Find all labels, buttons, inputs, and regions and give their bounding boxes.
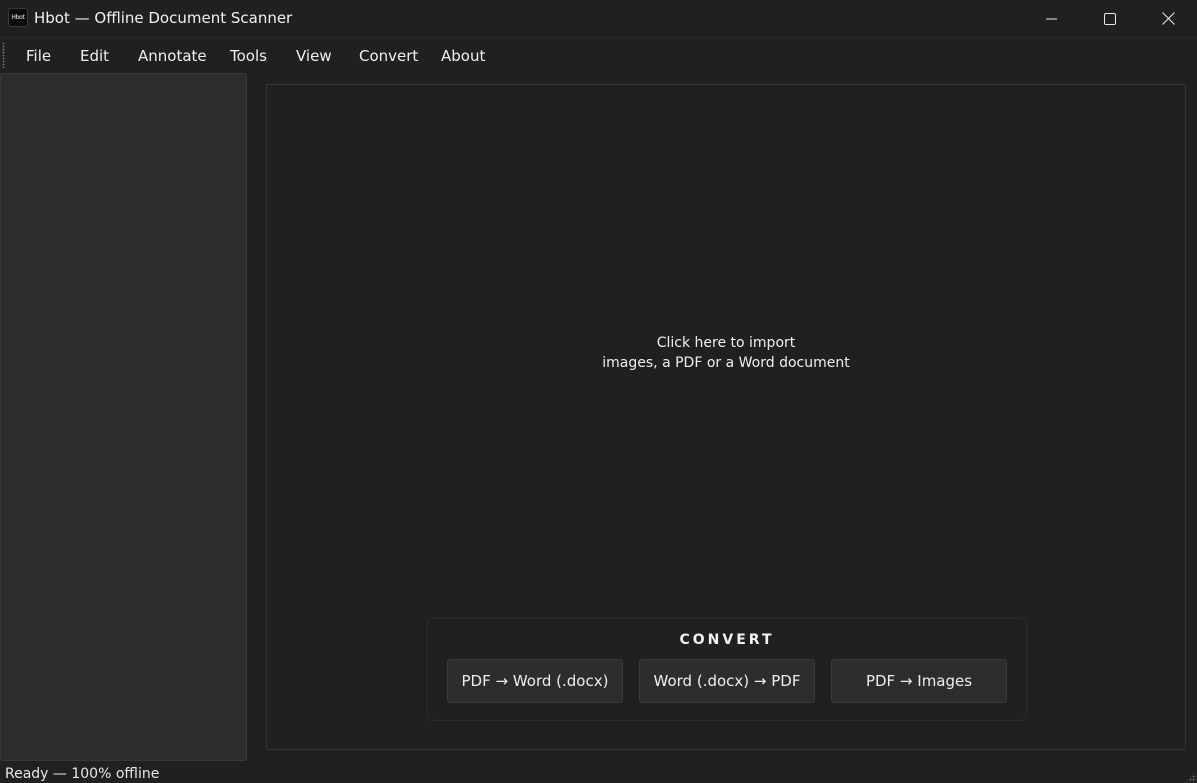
pdf-to-word-button[interactable]: PDF → Word (.docx) [447,659,623,703]
close-button[interactable] [1139,0,1197,37]
pdf-to-images-button[interactable]: PDF → Images [831,659,1007,703]
menu-annotate[interactable]: Annotate [138,47,207,65]
menu-convert[interactable]: Convert [359,47,418,65]
close-icon [1161,12,1175,25]
maximize-button[interactable] [1081,0,1139,37]
menu-edit[interactable]: Edit [80,47,109,65]
status-bar: Ready — 100% offline [0,763,1197,783]
menu-file[interactable]: File [26,47,51,65]
import-prompt-line2: images, a PDF or a Word document [602,355,850,371]
title-bar: Hbot Hbot — Offline Document Scanner [0,0,1197,37]
menu-view[interactable]: View [296,47,332,65]
maximize-icon [1104,12,1116,25]
menu-bar: File Edit Annotate Tools View Convert Ab… [0,37,1197,73]
toolbar-grip-handle[interactable] [2,42,5,68]
convert-panel: CONVERT PDF → Word (.docx) Word (.docx) … [427,618,1027,721]
page-thumbnail-sidebar[interactable] [0,73,247,761]
import-prompt-line1: Click here to import [656,335,796,351]
word-to-pdf-button[interactable]: Word (.docx) → PDF [639,659,815,703]
minimize-icon [1046,18,1057,19]
window-title: Hbot — Offline Document Scanner [34,9,293,27]
status-text: Ready — 100% offline [5,766,160,782]
menu-about[interactable]: About [441,47,485,65]
resize-grip-handle[interactable] [1186,772,1196,782]
convert-panel-title: CONVERT [679,632,775,648]
app-logo-icon: Hbot [8,8,28,27]
minimize-button[interactable] [1023,0,1081,37]
menu-tools[interactable]: Tools [230,47,267,65]
